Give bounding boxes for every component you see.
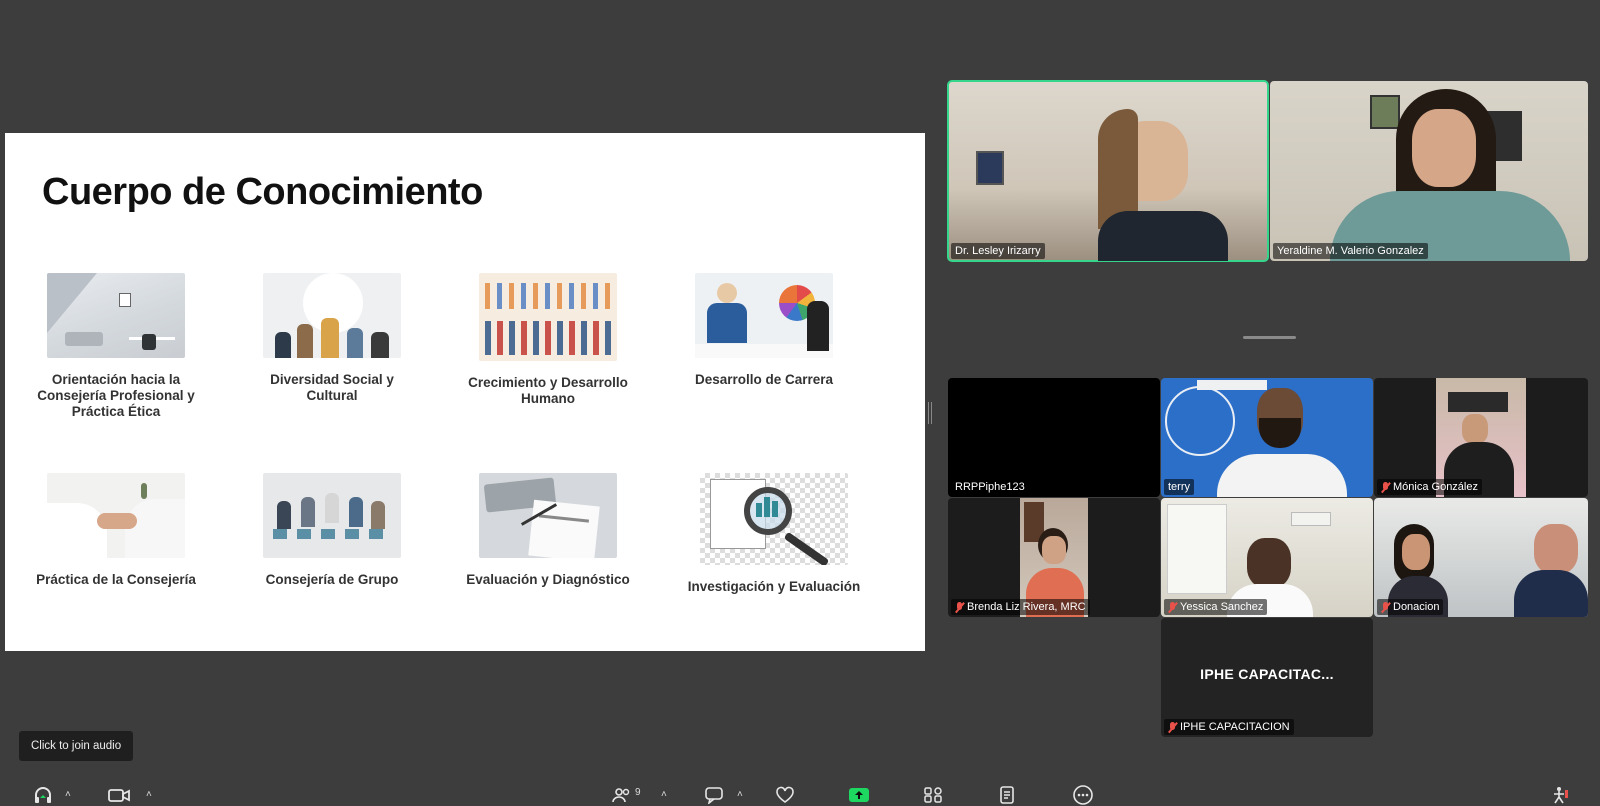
video-tile[interactable]: IPHE CAPACITAC... IPHE CAPACITACION	[1161, 618, 1373, 737]
wall-clock	[1165, 386, 1235, 456]
topic-card: Desarrollo de Carrera	[679, 273, 849, 388]
notes-icon[interactable]	[996, 786, 1018, 804]
video-tile[interactable]: Yeraldine M. Valerio Gonzalez	[1270, 81, 1588, 261]
topic-caption: Evaluación y Diagnóstico	[466, 572, 630, 587]
assessment-image	[479, 473, 617, 558]
topic-caption: Desarrollo de Carrera	[694, 372, 834, 387]
topic-card: Práctica de la Consejería	[31, 473, 201, 588]
participant-name-tag: terry	[1164, 479, 1194, 495]
participant-name-tag: Brenda Liz Rivera, MRC	[951, 599, 1090, 615]
participant-name-tag: IPHE CAPACITACION	[1164, 719, 1294, 735]
join-audio-tooltip: Click to join audio	[19, 731, 134, 761]
topic-card: Evaluación y Diagnóstico	[463, 473, 633, 588]
participant-name-tag: Donacion	[1377, 599, 1444, 615]
mic-muted-icon	[1168, 721, 1177, 733]
mic-muted-icon	[1381, 601, 1390, 613]
video-tile[interactable]: Mónica González	[1374, 378, 1588, 497]
participant-face	[1402, 534, 1430, 570]
wall-picture	[1370, 95, 1400, 129]
video-tile[interactable]: Yessica Sanchez	[1161, 498, 1373, 617]
air-conditioner	[1291, 512, 1331, 526]
topic-caption: Práctica de la Consejería	[36, 572, 196, 587]
video-tile-active-speaker[interactable]: Dr. Lesley Irizarry	[947, 80, 1269, 262]
chat-options-caret[interactable]: ˄	[737, 789, 743, 800]
video-tile[interactable]: Donacion	[1374, 498, 1588, 617]
video-options-caret[interactable]: ˄	[146, 789, 152, 800]
participant-avatar-label: IPHE CAPACITAC...	[1200, 666, 1334, 682]
participant-face	[1534, 524, 1578, 574]
participant-shirt	[1514, 570, 1588, 617]
video-tile[interactable]: terry	[1161, 378, 1373, 497]
topic-card: Orientación hacia la Consejería Profesio…	[31, 273, 201, 420]
counseling-practice-image	[47, 473, 185, 558]
group-diversity-image	[263, 273, 401, 358]
shelf	[1448, 392, 1508, 412]
whiteboard	[1167, 504, 1227, 594]
topic-caption: Orientación hacia la Consejería Profesio…	[37, 372, 195, 419]
participant-face	[1462, 414, 1488, 444]
topic-caption: Investigación y Evaluación	[687, 579, 861, 594]
participants-count: 9	[635, 787, 641, 798]
topic-caption: Consejería de Grupo	[265, 572, 399, 587]
gallery-resize-handle[interactable]	[1243, 336, 1296, 339]
mic-muted-icon	[955, 601, 964, 613]
topic-card: Consejería de Grupo	[247, 473, 417, 588]
participant-face	[1247, 538, 1291, 588]
wall-picture	[976, 151, 1004, 185]
participant-name-tag: Dr. Lesley Irizarry	[951, 243, 1045, 259]
participant-shirt	[1217, 454, 1347, 497]
apps-icon[interactable]	[922, 786, 944, 804]
participant-face	[1042, 536, 1066, 564]
audio-options-caret[interactable]: ˄	[65, 789, 71, 800]
chat-icon[interactable]	[703, 786, 725, 804]
mic-muted-icon	[1168, 601, 1177, 613]
panel-resize-handle[interactable]	[928, 402, 932, 424]
topic-card: Investigación y Evaluación	[679, 473, 869, 595]
accessibility-icon[interactable]	[1549, 786, 1571, 804]
video-icon[interactable]	[108, 786, 130, 804]
group-counseling-image	[263, 473, 401, 558]
share-screen-icon[interactable]	[848, 786, 870, 804]
mic-muted-icon	[1381, 481, 1390, 493]
participant-beard	[1259, 418, 1301, 448]
more-icon[interactable]	[1072, 785, 1094, 805]
slide-title: Cuerpo de Conocimiento	[42, 171, 483, 213]
participant-face	[1412, 109, 1476, 187]
participants-icon[interactable]	[611, 786, 633, 804]
participants-options-caret[interactable]: ˄	[661, 789, 667, 800]
career-image	[695, 273, 833, 358]
shared-slide: Cuerpo de Conocimiento Orientación hacia…	[5, 133, 925, 651]
participant-name-tag: Mónica González	[1377, 479, 1482, 495]
topic-caption: Crecimiento y Desarrollo Humano	[468, 375, 628, 406]
topic-caption: Diversidad Social y Cultural	[270, 372, 394, 403]
air-conditioner	[1197, 380, 1267, 390]
headphones-icon[interactable]	[32, 786, 54, 804]
participant-name-tag: Yeraldine M. Valerio Gonzalez	[1273, 243, 1428, 259]
video-tile[interactable]: Brenda Liz Rivera, MRC	[948, 498, 1160, 617]
topic-card: Crecimiento y Desarrollo Humano	[463, 273, 633, 407]
topic-card: Diversidad Social y Cultural	[247, 273, 417, 404]
participant-name-tag: Yessica Sanchez	[1164, 599, 1268, 615]
participant-shirt	[1098, 211, 1228, 261]
office-image	[47, 273, 185, 358]
human-growth-image	[479, 273, 617, 361]
participant-name-tag: RRPPiphe123	[951, 479, 1029, 495]
video-tile[interactable]: RRPPiphe123	[948, 378, 1160, 497]
research-magnifier-image	[700, 473, 848, 565]
reactions-icon[interactable]	[774, 786, 796, 804]
